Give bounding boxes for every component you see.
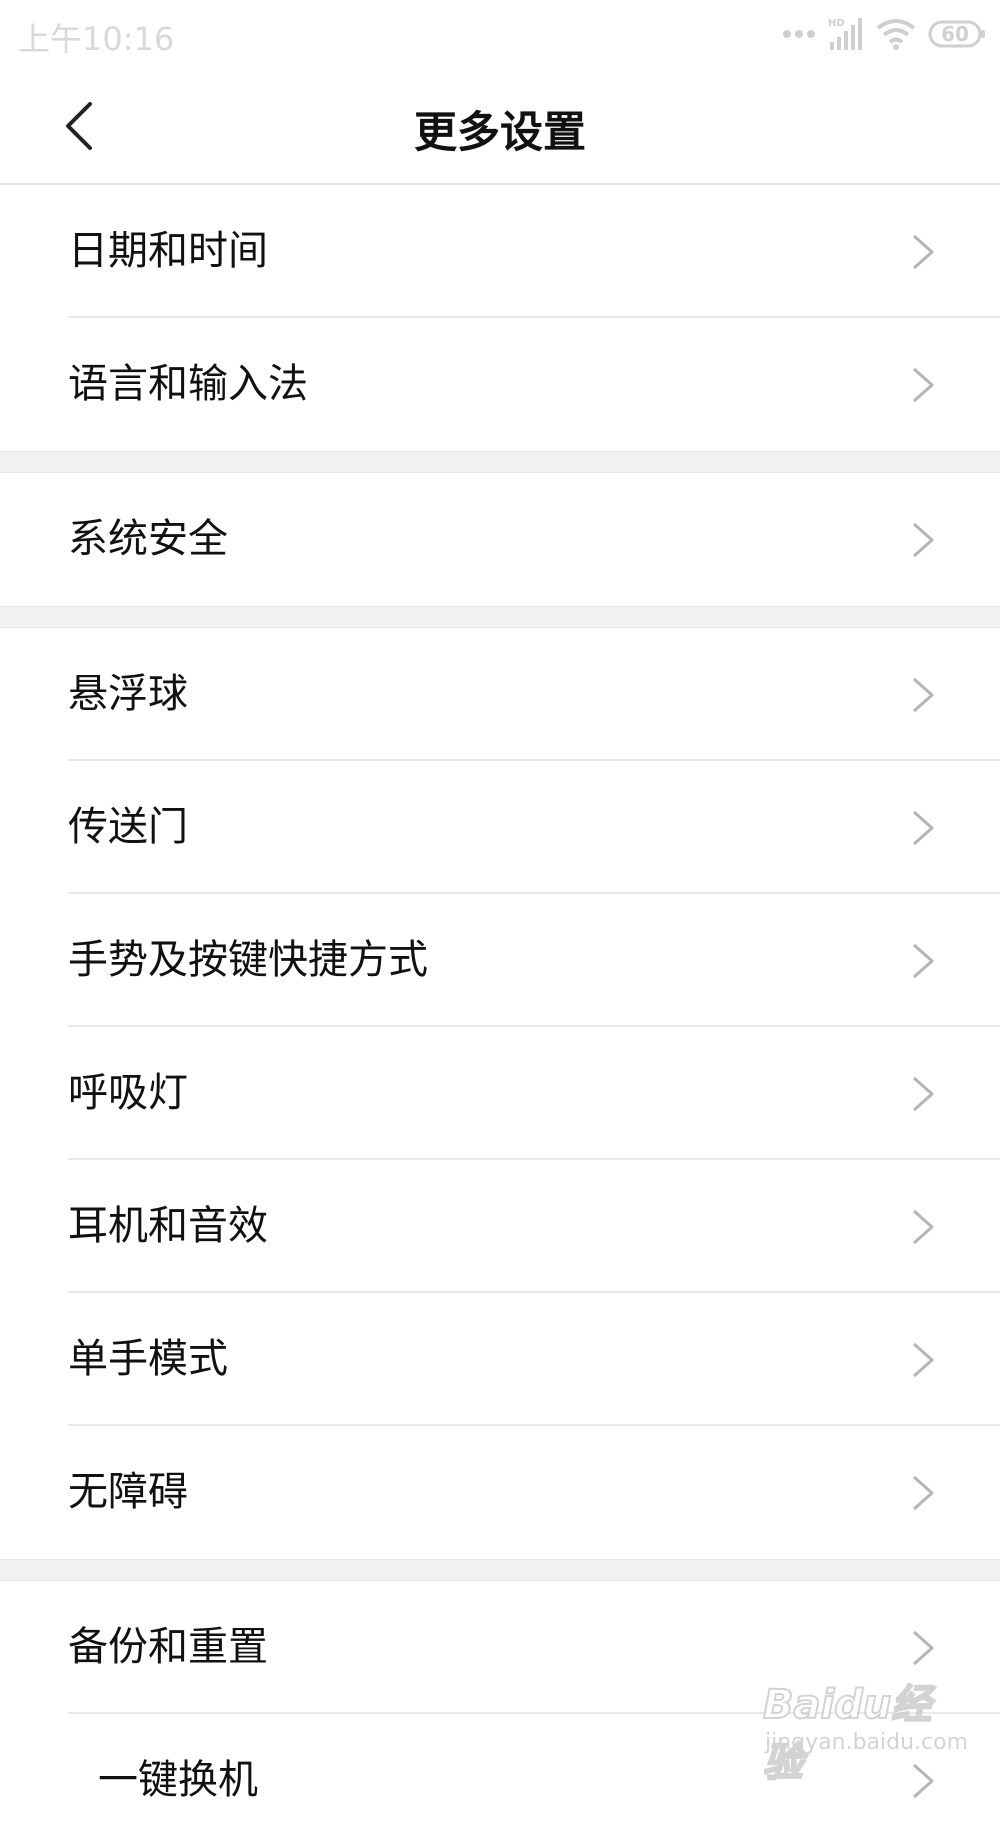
chevron-right-icon (913, 522, 934, 558)
wifi-icon (876, 19, 916, 50)
settings-group: 系统安全 (0, 473, 1000, 606)
battery-level: 60 (941, 22, 969, 46)
group-separator (0, 606, 1000, 628)
settings-item-label: 无障碍 (68, 1469, 188, 1515)
page-title: 更多设置 (414, 108, 586, 158)
settings-item-language-input[interactable]: 语言和输入法 (0, 318, 1000, 451)
settings-item-label: 系统安全 (68, 516, 228, 562)
settings-item-one-hand-mode[interactable]: 单手模式 (0, 1293, 1000, 1426)
group-separator (0, 1559, 1000, 1581)
settings-item-portal[interactable]: 传送门 (0, 761, 1000, 894)
chevron-right-icon (913, 1342, 934, 1378)
settings-item-date-time[interactable]: 日期和时间 (0, 185, 1000, 318)
settings-group: 日期和时间 语言和输入法 (0, 185, 1000, 451)
chevron-right-icon (913, 1630, 934, 1666)
settings-item-label: 呼吸灯 (68, 1070, 188, 1116)
settings-item-headphones-audio[interactable]: 耳机和音效 (0, 1160, 1000, 1293)
settings-item-label: 耳机和音效 (68, 1203, 268, 1249)
settings-item-floating-ball[interactable]: 悬浮球 (0, 628, 1000, 761)
settings-list: 日期和时间 语言和输入法 系统安全 悬浮球 传送门 手势及按键快捷方式 呼吸灯 … (0, 185, 1000, 1847)
settings-group: 悬浮球 传送门 手势及按键快捷方式 呼吸灯 耳机和音效 单手模式 无障碍 (0, 628, 1000, 1559)
chevron-right-icon (913, 943, 934, 979)
battery-icon: 60 (928, 20, 985, 48)
settings-item-gesture-shortcuts[interactable]: 手势及按键快捷方式 (0, 894, 1000, 1027)
title-bar: 更多设置 (0, 70, 1000, 185)
watermark: Baidu经验 jingyan.baidu.com (762, 1664, 968, 1787)
settings-item-label: 一键换机 (98, 1757, 258, 1803)
chevron-right-icon (913, 367, 934, 403)
settings-item-label: 传送门 (68, 804, 188, 850)
watermark-site: jingyan.baidu.com (765, 1730, 969, 1755)
chevron-right-icon (913, 234, 934, 270)
chevron-right-icon (913, 1209, 934, 1245)
hd-badge: HD (828, 18, 845, 29)
status-icons: HD 60 (782, 16, 986, 52)
settings-item-system-security[interactable]: 系统安全 (0, 473, 1000, 606)
settings-item-label: 语言和输入法 (68, 361, 308, 407)
status-time: 上午10:16 (18, 20, 175, 58)
status-bar: 上午10:16 HD 60 (0, 0, 1000, 70)
settings-item-label: 日期和时间 (68, 228, 268, 274)
settings-item-label: 备份和重置 (68, 1624, 268, 1670)
dots-icon (783, 30, 815, 38)
settings-item-label: 悬浮球 (68, 671, 188, 717)
chevron-right-icon (913, 1076, 934, 1112)
chevron-right-icon (913, 677, 934, 713)
chevron-right-icon (913, 1475, 934, 1511)
signal-icon: HD (828, 18, 862, 50)
chevron-right-icon (913, 810, 934, 846)
settings-item-accessibility[interactable]: 无障碍 (0, 1426, 1000, 1559)
settings-item-label: 手势及按键快捷方式 (68, 937, 428, 983)
group-separator (0, 451, 1000, 473)
settings-item-breathing-light[interactable]: 呼吸灯 (0, 1027, 1000, 1160)
settings-item-label: 单手模式 (68, 1336, 228, 1382)
